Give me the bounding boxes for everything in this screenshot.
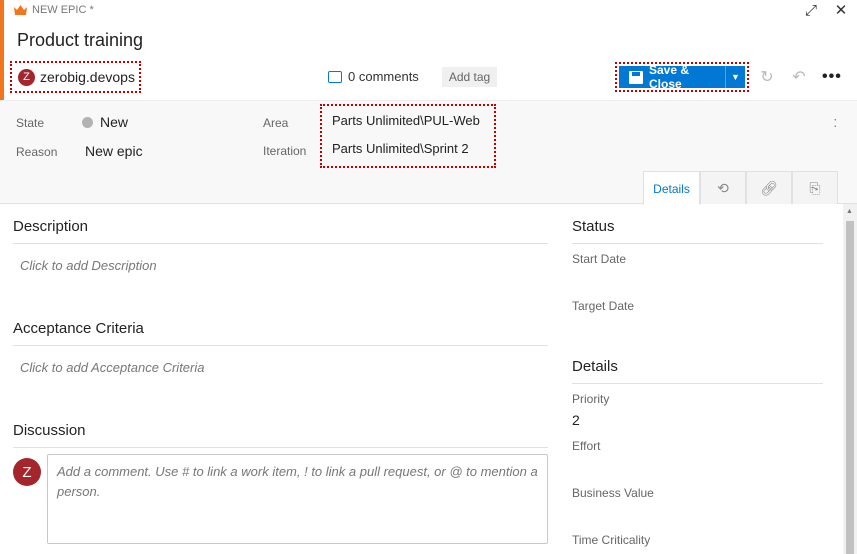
- history-icon[interactable]: ⟲: [700, 171, 746, 204]
- expand-icon[interactable]: ⤢: [803, 3, 819, 19]
- target-date-label: Target Date: [572, 299, 635, 313]
- iteration-label: Iteration: [263, 144, 307, 158]
- status-title: Status: [572, 218, 615, 235]
- divider: [572, 243, 823, 244]
- reason-value[interactable]: New epic: [85, 143, 143, 159]
- avatar: Z: [13, 458, 41, 486]
- comment-icon: [328, 70, 342, 83]
- save-close-button[interactable]: Save & Close: [619, 63, 725, 91]
- more-icon[interactable]: •••: [822, 68, 841, 86]
- work-item-type-label: NEW EPIC *: [14, 4, 94, 16]
- acceptance-criteria-title: Acceptance Criteria: [13, 320, 144, 337]
- save-close-button-group: Save & Close ▼: [619, 63, 745, 91]
- divider: [572, 383, 823, 384]
- crown-icon: [14, 5, 27, 15]
- priority-value[interactable]: 2: [572, 412, 580, 428]
- comment-input[interactable]: Add a comment. Use # to link a work item…: [47, 454, 548, 544]
- divider: [13, 243, 548, 244]
- reason-label: Reason: [16, 145, 58, 159]
- tab-bar: Details ⟲ 🔗︎ ⎘: [643, 171, 838, 205]
- priority-label: Priority: [572, 392, 610, 406]
- divider: [13, 345, 548, 346]
- work-item-type-color-bar: [0, 0, 4, 100]
- acceptance-criteria-editor[interactable]: Click to add Acceptance Criteria: [20, 360, 205, 375]
- save-close-label: Save & Close: [649, 63, 690, 91]
- add-tag-button[interactable]: Add tag: [442, 67, 497, 87]
- link-icon[interactable]: 🔗︎: [746, 171, 792, 204]
- discussion-title: Discussion: [13, 422, 86, 439]
- scrollbar-thumb[interactable]: [846, 221, 854, 554]
- iteration-value[interactable]: Parts Unlimited\Sprint 2: [332, 141, 469, 156]
- area-value[interactable]: Parts Unlimited\PUL-Web: [332, 113, 480, 128]
- assigned-to-field[interactable]: Z zerobig.devops: [10, 61, 141, 93]
- state-dot-icon: [82, 117, 93, 128]
- save-close-highlight: Save & Close ▼: [615, 62, 749, 92]
- close-icon[interactable]: ✕: [833, 3, 849, 19]
- business-value-label: Business Value: [572, 486, 654, 500]
- time-criticality-label: Time Criticality: [572, 533, 651, 547]
- state-label: State: [16, 116, 45, 130]
- avatar: Z: [18, 68, 35, 86]
- work-item-type-text: NEW EPIC *: [32, 4, 94, 16]
- scroll-up-icon[interactable]: ▲: [846, 208, 853, 215]
- window-controls: ⤢ ✕: [803, 3, 849, 19]
- state-value[interactable]: New: [100, 114, 128, 130]
- effort-label: Effort: [572, 439, 601, 453]
- save-icon: [629, 70, 643, 84]
- scrollbar[interactable]: ▲: [843, 204, 857, 554]
- fields-panel: State New Reason New epic Area Iteration…: [0, 100, 857, 205]
- area-label: Area: [263, 116, 289, 130]
- comments-count: 0 comments: [348, 69, 419, 84]
- details-title: Details: [572, 358, 618, 375]
- divider: [13, 447, 548, 448]
- work-item-title[interactable]: Product training: [17, 30, 143, 51]
- description-editor[interactable]: Click to add Description: [20, 258, 157, 273]
- assignee-name: zerobig.devops: [40, 69, 135, 85]
- refresh-icon[interactable]: ↻: [758, 67, 776, 87]
- start-date-label: Start Date: [572, 252, 627, 266]
- header-actions: ↻ ↶ •••: [758, 67, 841, 87]
- undo-icon[interactable]: ↶: [790, 67, 808, 87]
- description-title: Description: [13, 218, 89, 235]
- save-dropdown-button[interactable]: ▼: [725, 66, 745, 88]
- tab-details[interactable]: Details: [643, 171, 700, 205]
- attachment-icon[interactable]: ⎘: [792, 171, 838, 204]
- comments-link[interactable]: 0 comments: [328, 69, 419, 84]
- fields-more-icon[interactable]: ⁚: [834, 117, 838, 130]
